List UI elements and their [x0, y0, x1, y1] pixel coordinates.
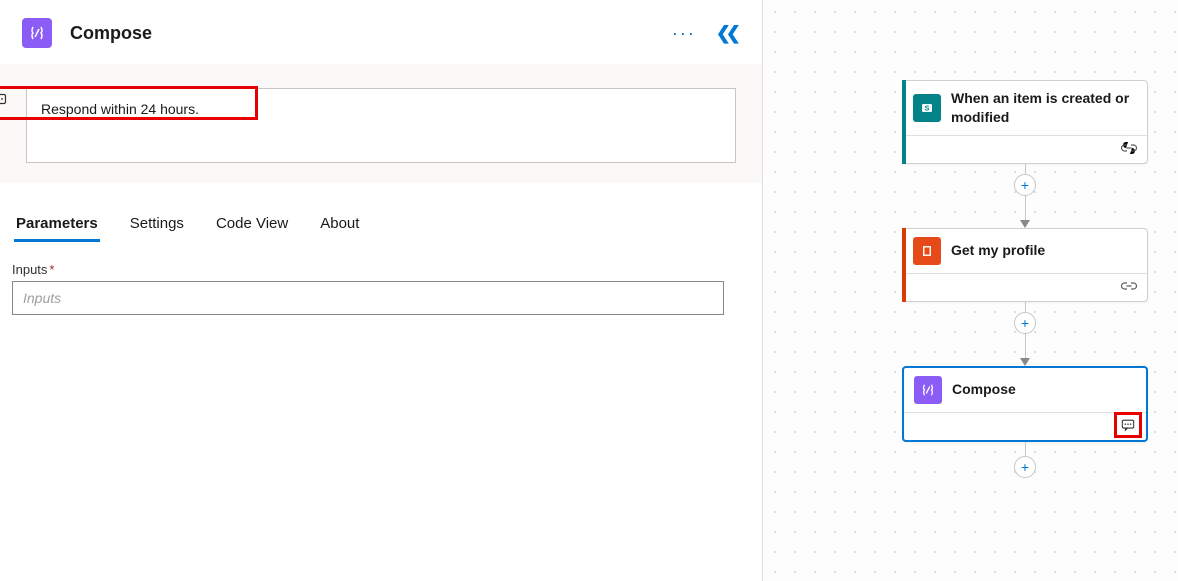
connector-end: +	[1025, 442, 1026, 482]
flow-container: S When an item is created or modified +	[901, 80, 1149, 482]
note-icon	[0, 92, 7, 111]
tab-settings[interactable]: Settings	[128, 211, 186, 240]
card-title: Compose	[952, 380, 1016, 399]
tab-parameters[interactable]: Parameters	[14, 211, 100, 240]
connector: +	[1020, 164, 1030, 228]
arrow-down-icon	[1020, 358, 1030, 366]
tab-about[interactable]: About	[318, 211, 361, 240]
svg-text:S: S	[925, 105, 930, 112]
panel-title: Compose	[70, 23, 152, 44]
panel-header: Compose ··· ❮❮	[0, 0, 762, 64]
more-menu-button[interactable]: ···	[672, 28, 696, 38]
flow-node-compose[interactable]: Compose	[902, 366, 1148, 442]
parameters-area: Inputs *	[0, 240, 762, 327]
config-tabs: Parameters Settings Code View About	[0, 183, 762, 240]
card-accent	[902, 228, 906, 302]
card-footer	[904, 412, 1146, 440]
add-action-button[interactable]: +	[1014, 456, 1036, 478]
inputs-label: Inputs *	[12, 262, 750, 277]
sharepoint-icon: S	[913, 94, 941, 122]
add-action-button[interactable]: +	[1014, 174, 1036, 196]
collapse-panel-button[interactable]: ❮❮	[716, 23, 746, 44]
annotation-highlight	[1114, 412, 1142, 438]
office365-icon	[913, 237, 941, 265]
note-text: Respond within 24 hours.	[41, 101, 199, 117]
note-section: Respond within 24 hours.	[0, 64, 762, 183]
link-icon	[1121, 141, 1137, 157]
action-config-panel: Compose ··· ❮❮ Respond within 24 hours. …	[0, 0, 762, 581]
compose-action-icon	[22, 18, 52, 48]
flow-node-profile[interactable]: Get my profile	[902, 228, 1148, 302]
required-indicator: *	[49, 262, 54, 277]
compose-icon	[914, 376, 942, 404]
card-footer	[903, 273, 1147, 301]
card-title: Get my profile	[951, 241, 1045, 260]
link-icon	[1121, 279, 1137, 295]
compose-icon	[29, 25, 45, 41]
note-icon	[1121, 418, 1135, 432]
card-footer	[903, 135, 1147, 163]
flow-node-trigger[interactable]: S When an item is created or modified	[902, 80, 1148, 164]
arrow-down-icon	[1020, 220, 1030, 228]
action-note-box[interactable]: Respond within 24 hours.	[26, 88, 736, 163]
flow-canvas[interactable]: S When an item is created or modified +	[762, 0, 1178, 581]
card-title: When an item is created or modified	[951, 89, 1137, 127]
tab-code-view[interactable]: Code View	[214, 211, 290, 240]
card-accent	[902, 80, 906, 164]
add-action-button[interactable]: +	[1014, 312, 1036, 334]
inputs-field[interactable]	[12, 281, 724, 315]
connector: +	[1020, 302, 1030, 366]
